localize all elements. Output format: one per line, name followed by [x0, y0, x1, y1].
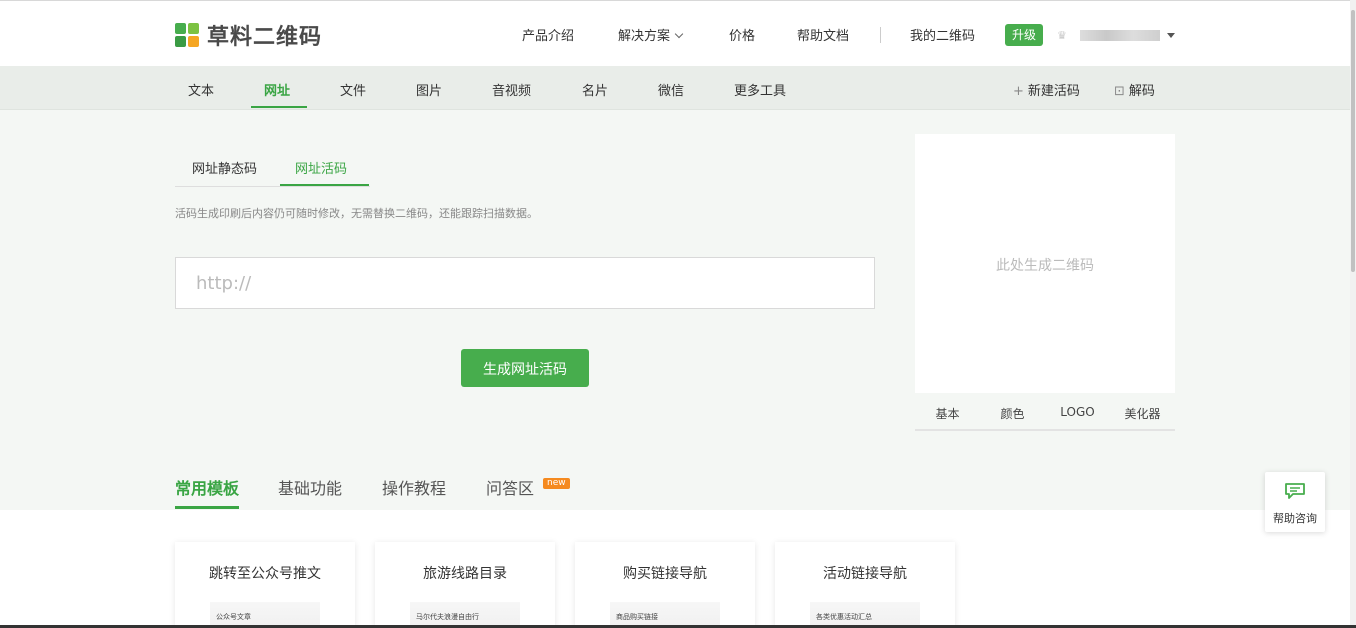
nav-solutions-label: 解决方案 — [618, 29, 671, 44]
template-title: 跳转至公众号推文 — [209, 566, 321, 582]
template-title: 购买链接导航 — [623, 566, 707, 582]
tab-qa[interactable]: 问答区 — [486, 475, 534, 499]
help-consult-button[interactable]: 帮助咨询 — [1265, 472, 1325, 532]
template-card[interactable]: 跳转至公众号推文 公众号文章 — [175, 542, 355, 628]
chat-icon — [1285, 483, 1305, 499]
nav-my-codes[interactable]: 我的二维码 — [910, 25, 975, 44]
user-menu-caret-icon[interactable] — [1167, 33, 1175, 38]
tab-file[interactable]: 文件 — [340, 80, 366, 99]
template-card[interactable]: 旅游线路目录 马尔代夫浪漫自由行 — [375, 542, 555, 628]
type-tabs-bar: 文本 网址 文件 图片 音视频 名片 微信 更多工具 + 新建活码 ⊡ 解码 — [0, 66, 1356, 110]
template-card[interactable]: 购买链接导航 商品购买链接 — [575, 542, 755, 628]
tab-image[interactable]: 图片 — [416, 80, 442, 99]
tab-basic-features[interactable]: 基础功能 — [278, 475, 342, 499]
tab-tutorials[interactable]: 操作教程 — [382, 475, 446, 499]
generate-dynamic-code-button[interactable]: 生成网址活码 — [461, 349, 589, 387]
template-card[interactable]: 活动链接导航 各类优惠活动汇总 — [775, 542, 955, 628]
tab-more-tools[interactable]: 更多工具 — [734, 80, 786, 99]
help-consult-label: 帮助咨询 — [1273, 512, 1317, 525]
top-bar: 草料二维码 产品介绍 解决方案 价格 帮助文档 我的二维码 升级 ♛ — [0, 0, 1356, 66]
template-title: 活动链接导航 — [823, 566, 907, 582]
nav-solutions[interactable]: 解决方案 — [618, 25, 684, 44]
section-tabs: 常用模板 基础功能 操作教程 问答区 new — [0, 458, 1356, 510]
decode-label: 解码 — [1128, 84, 1155, 99]
chevron-down-icon — [674, 29, 684, 39]
upgrade-button[interactable]: 升级 — [1005, 24, 1044, 46]
qr-preview-panel: 此处生成二维码 — [915, 134, 1175, 393]
qr-tab-basic[interactable]: 基本 — [915, 405, 980, 422]
templates-area: 跳转至公众号推文 公众号文章 旅游线路目录 马尔代夫浪漫自由行 购买链接导航 商… — [0, 510, 1356, 628]
section-tab-indicator — [175, 506, 239, 509]
url-input[interactable] — [175, 257, 875, 309]
nav-help-docs[interactable]: 帮助文档 — [797, 25, 849, 44]
qr-tab-color[interactable]: 颜色 — [980, 405, 1045, 422]
template-preview-text: 商品购买链接 — [616, 613, 658, 621]
scan-icon: ⊡ — [1114, 84, 1125, 99]
mode-tab-indicator — [280, 184, 369, 186]
tab-business-card[interactable]: 名片 — [582, 80, 608, 99]
nav-pricing[interactable]: 价格 — [729, 25, 755, 44]
qr-placeholder-text: 此处生成二维码 — [996, 258, 1094, 274]
crown-icon: ♛ — [1057, 29, 1067, 42]
tab-common-templates[interactable]: 常用模板 — [175, 475, 239, 499]
active-tab-indicator — [251, 106, 307, 108]
tab-url[interactable]: 网址 — [264, 80, 290, 99]
template-preview-text: 各类优惠活动汇总 — [816, 613, 872, 621]
plus-icon: + — [1013, 84, 1024, 99]
template-preview-text: 马尔代夫浪漫自由行 — [416, 613, 479, 621]
scrollbar-thumb[interactable] — [1351, 10, 1355, 272]
tab-dynamic-url-code[interactable]: 网址活码 — [295, 158, 347, 177]
template-title: 旅游线路目录 — [423, 566, 507, 582]
new-badge: new — [543, 478, 570, 489]
mode-tabs: 网址静态码 网址活码 — [175, 158, 370, 187]
qr-tab-logo[interactable]: LOGO — [1045, 405, 1110, 419]
new-dynamic-code-button[interactable]: + 新建活码 — [1013, 80, 1080, 99]
qr-style-tabs: 基本 颜色 LOGO 美化器 — [915, 393, 1175, 431]
tab-wechat[interactable]: 微信 — [658, 80, 684, 99]
decode-button[interactable]: ⊡ 解码 — [1114, 80, 1155, 99]
qr-tab-beautifier[interactable]: 美化器 — [1110, 405, 1175, 422]
nav-product-intro[interactable]: 产品介绍 — [522, 25, 574, 44]
tab-audio-video[interactable]: 音视频 — [492, 80, 531, 99]
tab-static-url-code[interactable]: 网址静态码 — [192, 158, 257, 177]
template-preview-text: 公众号文章 — [216, 613, 251, 621]
tab-text[interactable]: 文本 — [188, 80, 214, 99]
username[interactable] — [1080, 30, 1160, 41]
brand-name: 草料二维码 — [207, 25, 323, 50]
nav-divider — [880, 27, 881, 43]
logo-mark-icon — [175, 23, 199, 47]
dynamic-code-hint: 活码生成印刷后内容仍可随时修改，无需替换二维码，还能跟踪扫描数据。 — [175, 207, 538, 220]
new-dynamic-code-label: 新建活码 — [1027, 84, 1080, 99]
brand-logo[interactable]: 草料二维码 — [175, 19, 322, 51]
